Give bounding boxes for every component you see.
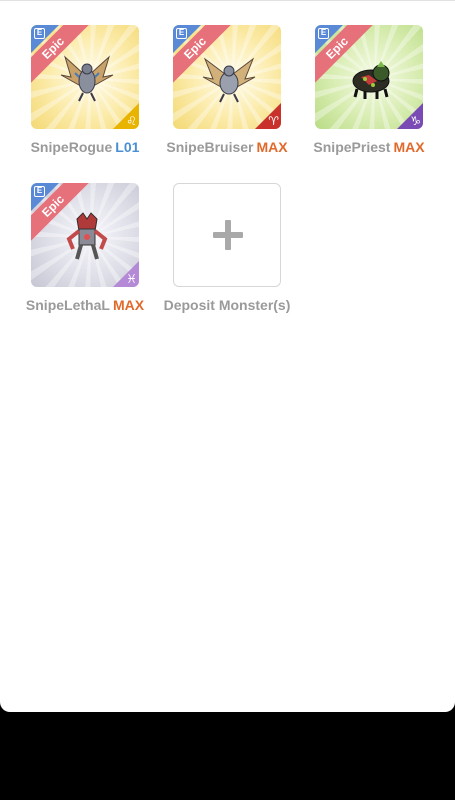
monster-name: SnipePriest (313, 139, 391, 155)
monster-level: L01 (115, 139, 140, 155)
element-badge-icon: E (34, 186, 45, 197)
element-badge-icon: E (176, 28, 187, 39)
monster-tile-snipepriest[interactable]: Epic E ♑ SnipePriest MAX (298, 25, 440, 155)
winged-creature-icon (202, 57, 256, 103)
monster-deposit-panel: Epic E ♌ SnipeRogue L01 Epic E ♈ SnipeBr… (0, 0, 455, 712)
monster-card[interactable]: Epic E ♌ (31, 25, 139, 129)
monster-tile-snipelethal[interactable]: Epic E ♓ SnipeLethaL MAX (14, 183, 156, 313)
monster-label: SnipePriest MAX (298, 139, 440, 155)
monster-tile-sniperogue[interactable]: Epic E ♌ SnipeRogue L01 (14, 25, 156, 155)
pisces-zodiac-icon: ♓ (126, 272, 137, 286)
monster-level: MAX (393, 139, 425, 155)
winged-creature-icon (60, 55, 114, 102)
element-badge-icon: E (34, 28, 45, 39)
leo-zodiac-icon: ♌ (126, 114, 137, 128)
monster-label: SnipeBruiser MAX (156, 139, 298, 155)
monster-label: SnipeLethaL MAX (14, 297, 156, 313)
deposit-monster-tile[interactable]: Deposit Monster(s) (156, 183, 298, 313)
monster-card[interactable]: Epic E ♑ (315, 25, 423, 129)
monster-label: SnipeRogue L01 (14, 139, 156, 155)
deposit-monster-button[interactable] (173, 183, 281, 287)
monster-level: MAX (112, 297, 145, 313)
monster-card[interactable]: Epic E ♈ (173, 25, 281, 129)
monster-tile-snipebruiser[interactable]: Epic E ♈ SnipeBruiser MAX (156, 25, 298, 155)
monster-name: SnipeRogue (30, 139, 113, 155)
monster-name: SnipeBruiser (166, 139, 254, 155)
deposit-monster-label: Deposit Monster(s) (163, 297, 291, 313)
monster-name: SnipeLethaL (25, 297, 110, 313)
monster-level: MAX (256, 139, 288, 155)
beast-creature-icon (352, 61, 390, 99)
aries-zodiac-icon: ♈ (268, 114, 279, 128)
element-badge-icon: E (318, 28, 329, 39)
monster-card[interactable]: Epic E ♓ (31, 183, 139, 287)
capricorn-zodiac-icon: ♑ (410, 114, 421, 128)
plus-icon-bar (213, 232, 243, 238)
armored-golem-icon (66, 212, 108, 260)
